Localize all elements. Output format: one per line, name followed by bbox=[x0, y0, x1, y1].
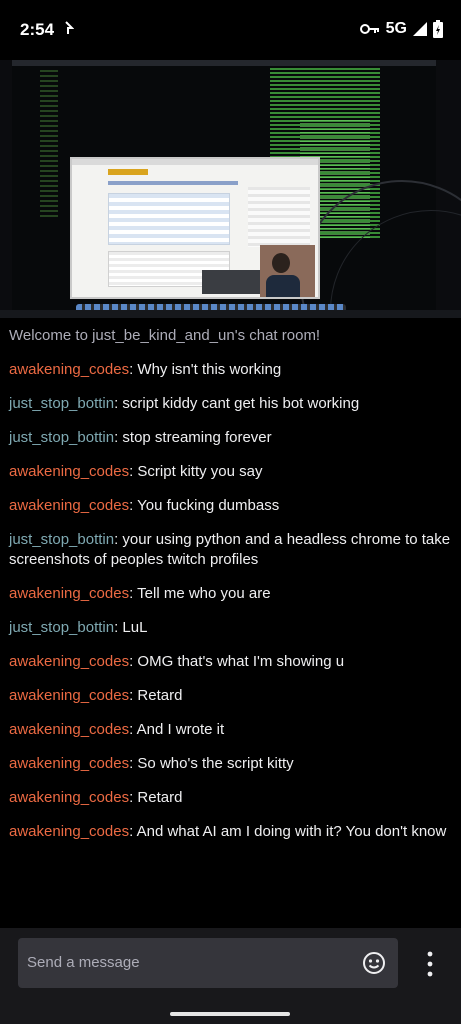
chat-message[interactable]: just_stop_bottin: LuL bbox=[9, 618, 455, 638]
video-popup bbox=[202, 270, 260, 294]
chat-username[interactable]: awakening_codes bbox=[9, 721, 129, 738]
status-icons: 5G bbox=[359, 20, 443, 38]
chat-message[interactable]: awakening_codes: Script kitty you say bbox=[9, 462, 455, 482]
chat-message-text: : So who's the script kitty bbox=[129, 755, 294, 772]
chat-message[interactable]: awakening_codes: And what AI am I doing … bbox=[9, 822, 455, 842]
status-time: 2:54 bbox=[20, 20, 55, 39]
chat-message-text: : OMG that's what I'm showing u bbox=[129, 653, 345, 670]
video-site-logo bbox=[108, 169, 148, 175]
chat-message-text: : You fucking dumbass bbox=[129, 497, 280, 514]
more-vertical-icon[interactable] bbox=[420, 950, 440, 978]
chat-username[interactable]: awakening_codes bbox=[9, 755, 129, 772]
chat-message[interactable]: awakening_codes: Retard bbox=[9, 788, 455, 808]
chat-message[interactable]: awakening_codes: Why isn't this working bbox=[9, 360, 455, 380]
chat-message-text: : And what AI am I doing with it? You do… bbox=[129, 823, 447, 840]
chat-message[interactable]: awakening_codes: Tell me who you are bbox=[9, 584, 455, 604]
chat-message-text: : Retard bbox=[129, 687, 183, 704]
emoji-smile-icon[interactable] bbox=[362, 951, 386, 975]
chat-username[interactable]: just_stop_bottin bbox=[9, 619, 114, 636]
status-bar: 2:54 5G bbox=[0, 0, 461, 60]
video-terminal-left bbox=[40, 70, 58, 220]
chat-username[interactable]: awakening_codes bbox=[9, 687, 129, 704]
chat-message-input[interactable]: Send a message bbox=[18, 938, 398, 988]
chat-username[interactable]: just_stop_bottin bbox=[9, 395, 114, 412]
signal-icon bbox=[413, 22, 427, 36]
chat-username[interactable]: awakening_codes bbox=[9, 585, 129, 602]
vpn-key-icon bbox=[359, 23, 380, 35]
chat-message[interactable]: just_stop_bottin: script kiddy cant get … bbox=[9, 394, 455, 414]
chat-message-text: : script kiddy cant get his bot working bbox=[114, 395, 360, 412]
chat-message[interactable]: awakening_codes: You fucking dumbass bbox=[9, 496, 455, 516]
chat-welcome-message: Welcome to just_be_kind_and_un's chat ro… bbox=[9, 327, 321, 344]
stream-video[interactable] bbox=[0, 60, 461, 318]
chat-message-text: : stop streaming forever bbox=[114, 429, 272, 446]
chat-message-text: : Why isn't this working bbox=[129, 361, 282, 378]
video-browser-titlebar bbox=[72, 159, 318, 165]
video-site-nav bbox=[108, 181, 238, 185]
webcam-person-body bbox=[266, 275, 300, 297]
chat-username[interactable]: awakening_codes bbox=[9, 653, 129, 670]
chat-message[interactable]: awakening_codes: OMG that's what I'm sho… bbox=[9, 652, 455, 672]
chat-username[interactable]: awakening_codes bbox=[9, 823, 129, 840]
webcam-person-head bbox=[272, 253, 290, 273]
video-site-table bbox=[108, 193, 230, 245]
chat-input-bar: Send a message bbox=[0, 928, 461, 1024]
chat-message-text: : And I wrote it bbox=[129, 721, 225, 738]
chat-username[interactable]: awakening_codes bbox=[9, 789, 129, 806]
chat-username[interactable]: just_stop_bottin bbox=[9, 429, 114, 446]
chat-message-text: : Retard bbox=[129, 789, 183, 806]
chat-message-text: : Tell me who you are bbox=[129, 585, 271, 602]
battery-icon bbox=[433, 20, 443, 38]
video-bottom-edge bbox=[0, 310, 461, 318]
chat-message-text: : LuL bbox=[114, 619, 148, 636]
chat-message-text: : Script kitty you say bbox=[129, 463, 263, 480]
chat-username[interactable]: just_stop_bottin bbox=[9, 531, 114, 548]
video-menubar bbox=[12, 60, 436, 66]
chat-username[interactable]: awakening_codes bbox=[9, 463, 129, 480]
video-site-sidebar bbox=[248, 187, 310, 247]
chat-username[interactable]: awakening_codes bbox=[9, 497, 129, 514]
network-label: 5G bbox=[385, 20, 407, 37]
chat-username[interactable]: awakening_codes bbox=[9, 361, 129, 378]
chat-input-placeholder: Send a message bbox=[27, 954, 140, 971]
gesture-nav-handle[interactable] bbox=[170, 1012, 290, 1016]
chat-message[interactable]: just_stop_bottin: stop streaming forever bbox=[9, 428, 455, 448]
video-webcam bbox=[260, 245, 315, 297]
chat-panel[interactable]: Welcome to just_be_kind_and_un's chat ro… bbox=[0, 318, 461, 928]
chat-message[interactable]: awakening_codes: So who's the script kit… bbox=[9, 754, 455, 774]
chat-message[interactable]: awakening_codes: And I wrote it bbox=[9, 720, 455, 740]
nfc-icon bbox=[64, 20, 75, 40]
chat-message[interactable]: just_stop_bottin: your using python and … bbox=[9, 530, 455, 570]
chat-message[interactable]: awakening_codes: Retard bbox=[9, 686, 455, 706]
